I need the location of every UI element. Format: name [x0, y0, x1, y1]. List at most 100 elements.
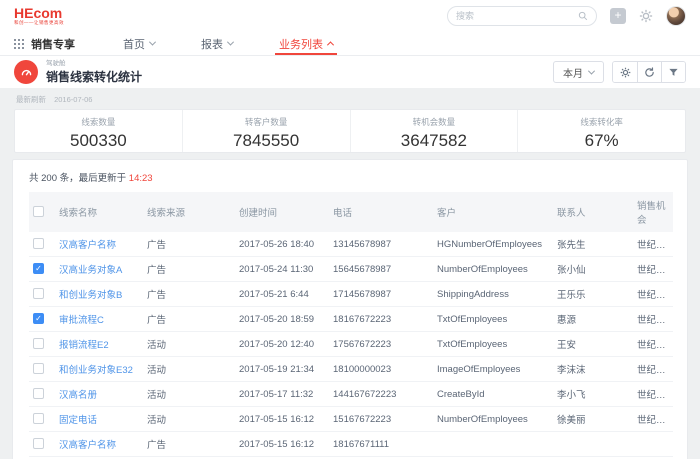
- stat-conversion-rate: 线索转化率 67%: [517, 110, 685, 152]
- table-summary: 共 200 条，最后更新于 14:23: [29, 170, 671, 184]
- lead-name-link[interactable]: 固定电话: [59, 415, 97, 426]
- tab-business-list[interactable]: 业务列表: [279, 32, 333, 55]
- opportunity-cell: 世纪乐天: [633, 332, 673, 357]
- brand-tagline: 和创——让销售更高效: [14, 21, 64, 26]
- stat-value: 500330: [15, 131, 182, 151]
- row-checkbox[interactable]: ✓: [33, 313, 44, 324]
- stat-label: 转客户数量: [183, 116, 350, 128]
- contact-cell: [553, 432, 633, 457]
- contact-cell: 张小仙: [553, 257, 633, 282]
- row-checkbox[interactable]: [33, 413, 44, 424]
- created-time-cell: 2017-05-17 11:32: [235, 382, 329, 407]
- brand-logo-text: HEcom: [14, 6, 64, 20]
- customer-cell: NumberOfEmployees: [433, 407, 553, 432]
- tab-reports-label: 报表: [201, 36, 223, 52]
- stat-label: 线索转化率: [518, 116, 685, 128]
- chevron-down-icon: [227, 39, 234, 46]
- table-row: 和创业务对象B广告2017-05-21 6:4417145678987Shipp…: [29, 282, 673, 307]
- lead-source-cell: 活动: [143, 332, 235, 357]
- lead-name-link[interactable]: 汉高客户名称: [59, 240, 116, 251]
- chevron-up-icon: [327, 41, 334, 48]
- table-row: 固定电话活动2017-05-15 16:1215167672223NumberO…: [29, 407, 673, 432]
- lead-name-link[interactable]: 汉高客户名称: [59, 440, 116, 451]
- table-row: ✓汉高业务对象A广告2017-05-24 11:3015645678987Num…: [29, 257, 673, 282]
- contact-cell: 徐美丽: [553, 407, 633, 432]
- table-row: 汉高客户名称广告2017-05-15 16:1218167671111: [29, 432, 673, 457]
- customer-cell: [433, 432, 553, 457]
- lead-name-link[interactable]: 汉高名册: [59, 390, 97, 401]
- contact-cell: 李沫沫: [553, 357, 633, 382]
- period-select-value: 本月: [563, 65, 583, 80]
- tab-business-list-label: 业务列表: [279, 36, 323, 52]
- row-checkbox[interactable]: [33, 438, 44, 449]
- table-body: 汉高客户名称广告2017-05-26 18:4013145678987HGNum…: [29, 232, 673, 459]
- phone-cell: 18167672223: [329, 307, 433, 332]
- lead-source-cell: 活动: [143, 357, 235, 382]
- customer-cell: ShippingAddress: [433, 282, 553, 307]
- nav-bar: 销售专享 首页 报表 业务列表: [0, 32, 700, 56]
- nav-module-switcher[interactable]: 销售专享: [14, 36, 75, 52]
- user-avatar[interactable]: [666, 6, 686, 26]
- chevron-down-icon: [149, 39, 156, 46]
- opportunity-cell: 世纪乐天: [633, 407, 673, 432]
- col-lead-source: 线索来源: [143, 192, 235, 232]
- stat-converted-opportunities: 转机会数量 3647582: [350, 110, 518, 152]
- created-time-cell: 2017-05-15 16:12: [235, 432, 329, 457]
- created-time-cell: 2017-05-20 12:40: [235, 332, 329, 357]
- nav-tabs: 首页 报表 业务列表: [123, 32, 333, 55]
- period-select[interactable]: 本月: [553, 61, 604, 83]
- lead-name-link[interactable]: 报销流程E2: [59, 340, 109, 351]
- row-checkbox[interactable]: [33, 363, 44, 374]
- stat-value: 67%: [518, 131, 685, 151]
- refresh-note-date: 2016-07-06: [54, 95, 92, 104]
- customer-cell: TxtOfEmployees: [433, 307, 553, 332]
- lead-name-link[interactable]: 汉高业务对象A: [59, 265, 122, 276]
- table-row: 汉高客户名称广告2017-05-26 18:4013145678987HGNum…: [29, 232, 673, 257]
- opportunity-cell: 世纪乐天: [633, 382, 673, 407]
- settings-gear-icon[interactable]: [639, 9, 653, 23]
- search-icon: [578, 11, 588, 21]
- phone-cell: 18100000023: [329, 357, 433, 382]
- row-checkbox[interactable]: [33, 288, 44, 299]
- opportunity-cell: 世纪乐天: [633, 282, 673, 307]
- stat-value: 7845550: [183, 131, 350, 151]
- lead-name-link[interactable]: 和创业务对象E32: [59, 365, 133, 376]
- refresh-note: 最新刷新 2016-07-06: [0, 88, 700, 109]
- opportunity-cell: 世纪乐天: [633, 357, 673, 382]
- lead-source-cell: 广告: [143, 282, 235, 307]
- search-input[interactable]: [456, 11, 578, 21]
- lead-source-cell: 广告: [143, 307, 235, 332]
- nav-module-label: 销售专享: [31, 36, 75, 52]
- phone-cell: 18167671111: [329, 432, 433, 457]
- row-checkbox[interactable]: [33, 338, 44, 349]
- contact-cell: 惠源: [553, 307, 633, 332]
- phone-cell: 144167672223: [329, 382, 433, 407]
- row-checkbox[interactable]: [33, 238, 44, 249]
- created-time-cell: 2017-05-24 11:30: [235, 257, 329, 282]
- contact-cell: 王乐乐: [553, 282, 633, 307]
- refresh-note-label: 最新刷新: [16, 95, 46, 104]
- refresh-button[interactable]: [637, 62, 661, 82]
- lead-source-cell: 活动: [143, 407, 235, 432]
- settings-button[interactable]: [613, 62, 637, 82]
- tab-reports[interactable]: 报表: [201, 32, 233, 55]
- opportunity-cell: 世纪乐天: [633, 257, 673, 282]
- global-search[interactable]: [447, 6, 597, 26]
- tab-home[interactable]: 首页: [123, 32, 155, 55]
- stat-converted-customers: 转客户数量 7845550: [182, 110, 350, 152]
- tab-home-label: 首页: [123, 36, 145, 52]
- lead-name-link[interactable]: 和创业务对象B: [59, 290, 122, 301]
- col-lead-name: 线索名称: [55, 192, 143, 232]
- opportunity-cell: 世纪乐天: [633, 307, 673, 332]
- col-opportunity: 销售机会: [633, 192, 673, 232]
- add-button[interactable]: +: [610, 8, 626, 24]
- row-checkbox[interactable]: ✓: [33, 263, 44, 274]
- lead-source-cell: 广告: [143, 257, 235, 282]
- filter-button[interactable]: [661, 62, 685, 82]
- select-all-checkbox[interactable]: [33, 206, 44, 217]
- row-checkbox[interactable]: [33, 388, 44, 399]
- customer-cell: HGNumberOfEmployees: [433, 232, 553, 257]
- lead-name-link[interactable]: 审批流程C: [59, 315, 104, 326]
- table-summary-text: 共 200 条，最后更新于: [29, 173, 129, 184]
- phone-cell: 15645678987: [329, 257, 433, 282]
